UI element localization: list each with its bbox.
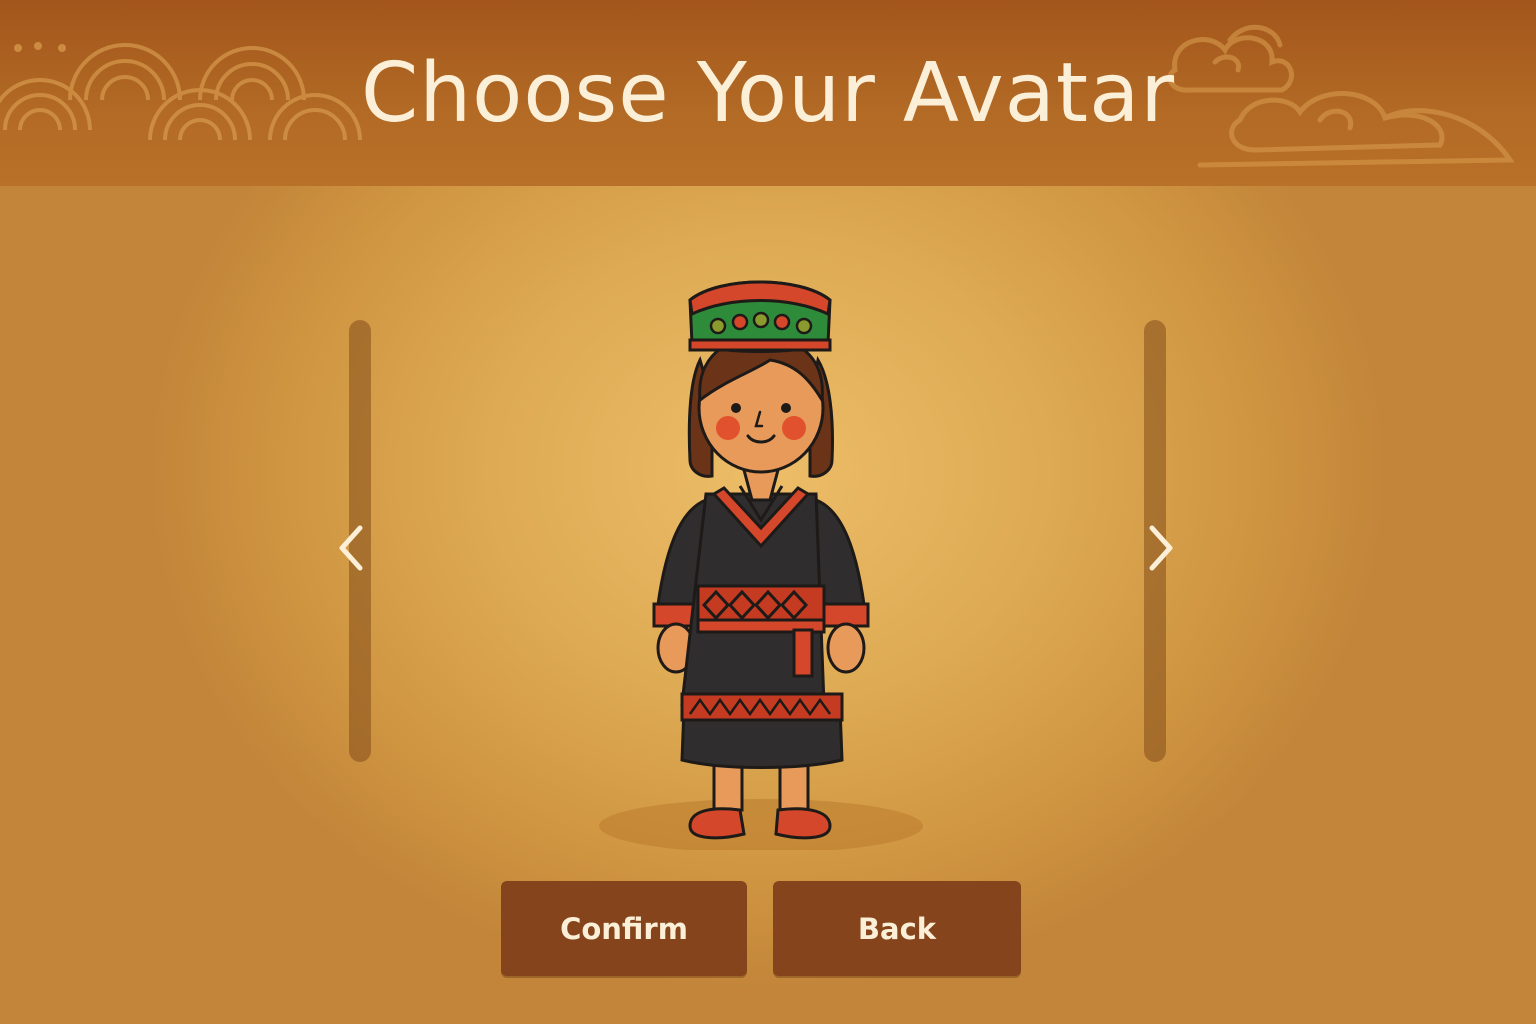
chevron-left-icon bbox=[339, 525, 363, 571]
confirm-button[interactable]: Confirm bbox=[501, 881, 747, 976]
previous-avatar-button[interactable] bbox=[332, 522, 372, 574]
back-button[interactable]: Back bbox=[773, 881, 1021, 976]
avatar-character bbox=[599, 280, 923, 850]
page-title: Choose Your Avatar bbox=[360, 46, 1176, 141]
next-avatar-button[interactable] bbox=[1142, 522, 1182, 574]
header-banner: Choose Your Avatar bbox=[0, 0, 1536, 186]
chevron-right-icon bbox=[1149, 525, 1173, 571]
